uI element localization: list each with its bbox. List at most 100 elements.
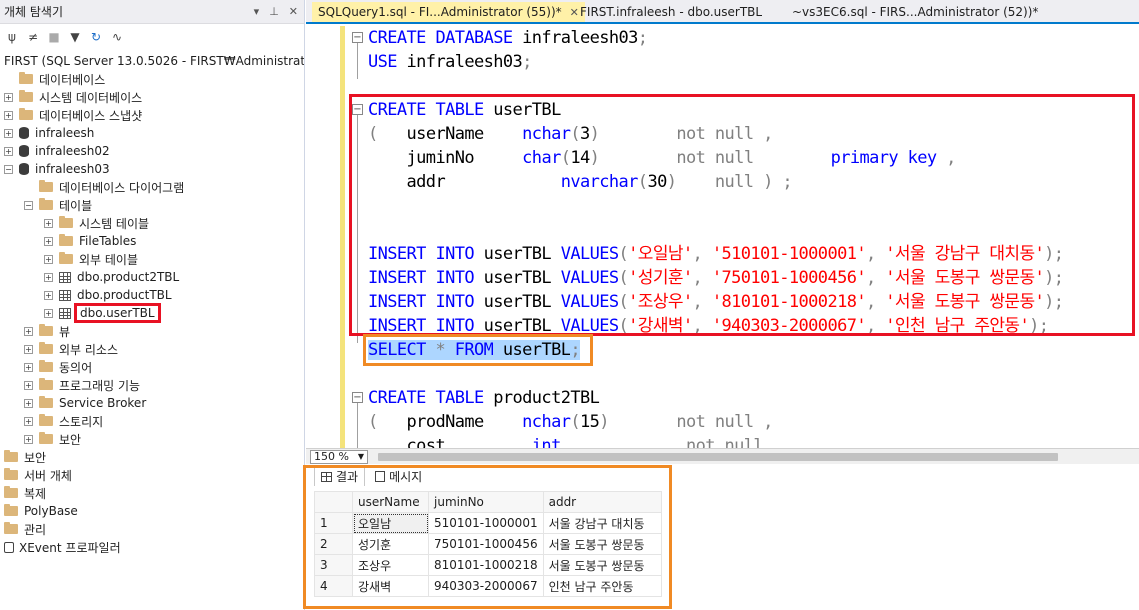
collapse-icon[interactable]: − bbox=[352, 32, 363, 43]
tree-node[interactable]: + 뷰 bbox=[24, 322, 70, 340]
tree-node[interactable]: + dbo.userTBL bbox=[44, 303, 161, 323]
zoom-select[interactable]: 150 % ▼ bbox=[310, 449, 368, 464]
refresh-icon[interactable]: ↻ bbox=[90, 30, 102, 44]
folder-icon bbox=[4, 468, 18, 480]
tree-node-label: 서버 개체 bbox=[24, 468, 72, 483]
outline-guide bbox=[357, 403, 358, 448]
folder-icon bbox=[19, 108, 33, 120]
query-editor[interactable]: CREATE DATABASE infraleesh03; USE infrale… bbox=[306, 26, 1139, 448]
tree-node-label: 시스템 테이블 bbox=[79, 216, 150, 231]
xevent-icon bbox=[4, 541, 14, 553]
tree-node[interactable]: + dbo.product2TBL bbox=[44, 268, 179, 286]
outline-guide bbox=[357, 43, 358, 79]
expand-icon[interactable]: + bbox=[24, 326, 33, 336]
expand-icon[interactable]: + bbox=[4, 146, 13, 156]
tree-node[interactable]: 관리 bbox=[4, 520, 46, 538]
tree-node[interactable]: + 프로그래밍 기능 bbox=[24, 376, 140, 394]
code-line[interactable]: CREATE DATABASE infraleesh03; bbox=[368, 26, 648, 50]
tree-node[interactable]: FIRST (SQL Server 13.0.5026 - FIRST₩Admi… bbox=[4, 52, 304, 70]
expand-icon[interactable]: + bbox=[4, 128, 13, 138]
tree-node[interactable]: XEvent 프로파일러 bbox=[4, 538, 121, 556]
expand-icon[interactable]: + bbox=[24, 380, 33, 390]
tree-node[interactable]: PolyBase bbox=[4, 502, 78, 520]
dropdown-icon[interactable]: ▾ bbox=[254, 5, 260, 18]
editor-margin bbox=[306, 26, 340, 448]
tree-node[interactable]: − 테이블 bbox=[24, 196, 92, 214]
tree-node[interactable]: + 동의어 bbox=[24, 358, 92, 376]
expand-icon[interactable]: + bbox=[44, 308, 53, 318]
tree-node[interactable]: + 외부 테이블 bbox=[44, 250, 138, 268]
expand-icon[interactable]: + bbox=[24, 344, 33, 354]
explorer-title-controls: ▾ ⊥ ✕ bbox=[254, 5, 298, 18]
expand-icon[interactable]: + bbox=[44, 290, 53, 300]
code-line[interactable]: USE infraleesh03; bbox=[368, 50, 532, 74]
tab-usertbl-design[interactable]: FIRST.infraleesh - dbo.userTBL bbox=[574, 2, 768, 22]
expand-icon[interactable]: + bbox=[24, 398, 33, 408]
tree-node[interactable]: + 데이터베이스 스냅샷 bbox=[4, 106, 142, 124]
collapse-icon[interactable]: − bbox=[352, 392, 363, 403]
zoom-level: 150 % bbox=[314, 450, 349, 463]
tree-node[interactable]: + 보안 bbox=[24, 430, 81, 448]
explorer-title: 개체 탐색기 bbox=[4, 5, 64, 19]
expand-icon[interactable]: + bbox=[44, 254, 53, 264]
tree-node[interactable]: 복제 bbox=[4, 484, 46, 502]
tree-node[interactable]: + 시스템 데이터베이스 bbox=[4, 88, 142, 106]
tree-node[interactable]: + infraleesh02 bbox=[4, 142, 110, 160]
filter-icon[interactable]: ▼ bbox=[69, 30, 81, 44]
code-token: not null bbox=[685, 436, 764, 448]
explorer-title-bar: 개체 탐색기 ▾ ⊥ ✕ bbox=[0, 0, 304, 24]
code-line[interactable]: CREATE TABLE product2TBL bbox=[368, 386, 600, 410]
tree-node-label: 시스템 데이터베이스 bbox=[39, 90, 143, 105]
database-icon bbox=[19, 127, 29, 139]
tree-node-label: 스토리지 bbox=[59, 414, 104, 429]
tree-node[interactable]: + 시스템 테이블 bbox=[44, 214, 149, 232]
document-tab-bar: SQLQuery1.sql - FI...Administrator (55))… bbox=[306, 0, 1139, 24]
code-line[interactable]: cost int not null , bbox=[368, 434, 783, 448]
activity-icon[interactable]: ∿ bbox=[111, 30, 123, 44]
tab-vs3ec6[interactable]: ~vs3EC6.sql - FIRS...Administrator (52))… bbox=[786, 2, 1044, 22]
chevron-down-icon: ▼ bbox=[357, 452, 364, 461]
expand-icon[interactable]: + bbox=[24, 434, 33, 444]
expand-icon[interactable]: + bbox=[24, 362, 33, 372]
table-icon bbox=[59, 307, 71, 319]
tree-node-label: 데이터베이스 다이어그램 bbox=[59, 180, 185, 195]
tree-node[interactable]: − infraleesh03 bbox=[4, 160, 110, 178]
folder-icon bbox=[4, 450, 18, 462]
tree-node-label: infraleesh02 bbox=[35, 144, 110, 158]
expand-icon[interactable]: + bbox=[44, 236, 53, 246]
folder-icon bbox=[39, 324, 53, 336]
connect-icon[interactable]: ψ bbox=[6, 30, 18, 44]
tree-node-label: dbo.userTBL bbox=[74, 303, 161, 323]
table-icon bbox=[59, 271, 71, 283]
code-token: ( bbox=[570, 412, 580, 432]
expand-icon[interactable]: + bbox=[4, 110, 13, 120]
collapse-icon[interactable]: − bbox=[24, 200, 33, 210]
code-line[interactable]: ( prodName nchar(15) not null , bbox=[368, 410, 773, 434]
expand-icon[interactable]: + bbox=[4, 92, 13, 102]
code-token: int bbox=[531, 436, 562, 448]
tree-node[interactable]: + infraleesh bbox=[4, 124, 94, 142]
stop-icon[interactable]: ■ bbox=[48, 30, 60, 44]
collapse-icon[interactable]: − bbox=[4, 164, 13, 174]
tree-node[interactable]: + 외부 리소스 bbox=[24, 340, 118, 358]
tree-node[interactable]: 서버 개체 bbox=[4, 466, 72, 484]
tree-node[interactable]: 데이터베이스 다이어그램 bbox=[24, 178, 184, 196]
code-token: 15 bbox=[580, 412, 600, 432]
tree-node-label: 보안 bbox=[24, 450, 47, 465]
tree-node[interactable]: + Service Broker bbox=[24, 394, 146, 412]
tree-node[interactable]: 보안 bbox=[4, 448, 46, 466]
tree-node[interactable]: 데이터베이스 bbox=[4, 70, 105, 88]
expand-icon[interactable]: + bbox=[44, 272, 53, 282]
horizontal-scrollbar[interactable] bbox=[378, 452, 1058, 461]
expand-icon[interactable]: + bbox=[24, 416, 33, 426]
tree-node[interactable]: + dbo.productTBL bbox=[44, 286, 172, 304]
tree-node[interactable]: + 스토리지 bbox=[24, 412, 103, 430]
pin-icon[interactable]: ⊥ bbox=[269, 5, 279, 18]
disconnect-icon[interactable]: ≠ bbox=[27, 30, 39, 44]
tab-sqlquery1[interactable]: SQLQuery1.sql - FI...Administrator (55))… bbox=[312, 2, 585, 22]
close-icon[interactable]: ✕ bbox=[289, 5, 298, 18]
tree-node[interactable]: + FileTables bbox=[44, 232, 136, 250]
code-token: cost bbox=[368, 436, 532, 448]
expand-icon[interactable]: + bbox=[44, 218, 53, 228]
